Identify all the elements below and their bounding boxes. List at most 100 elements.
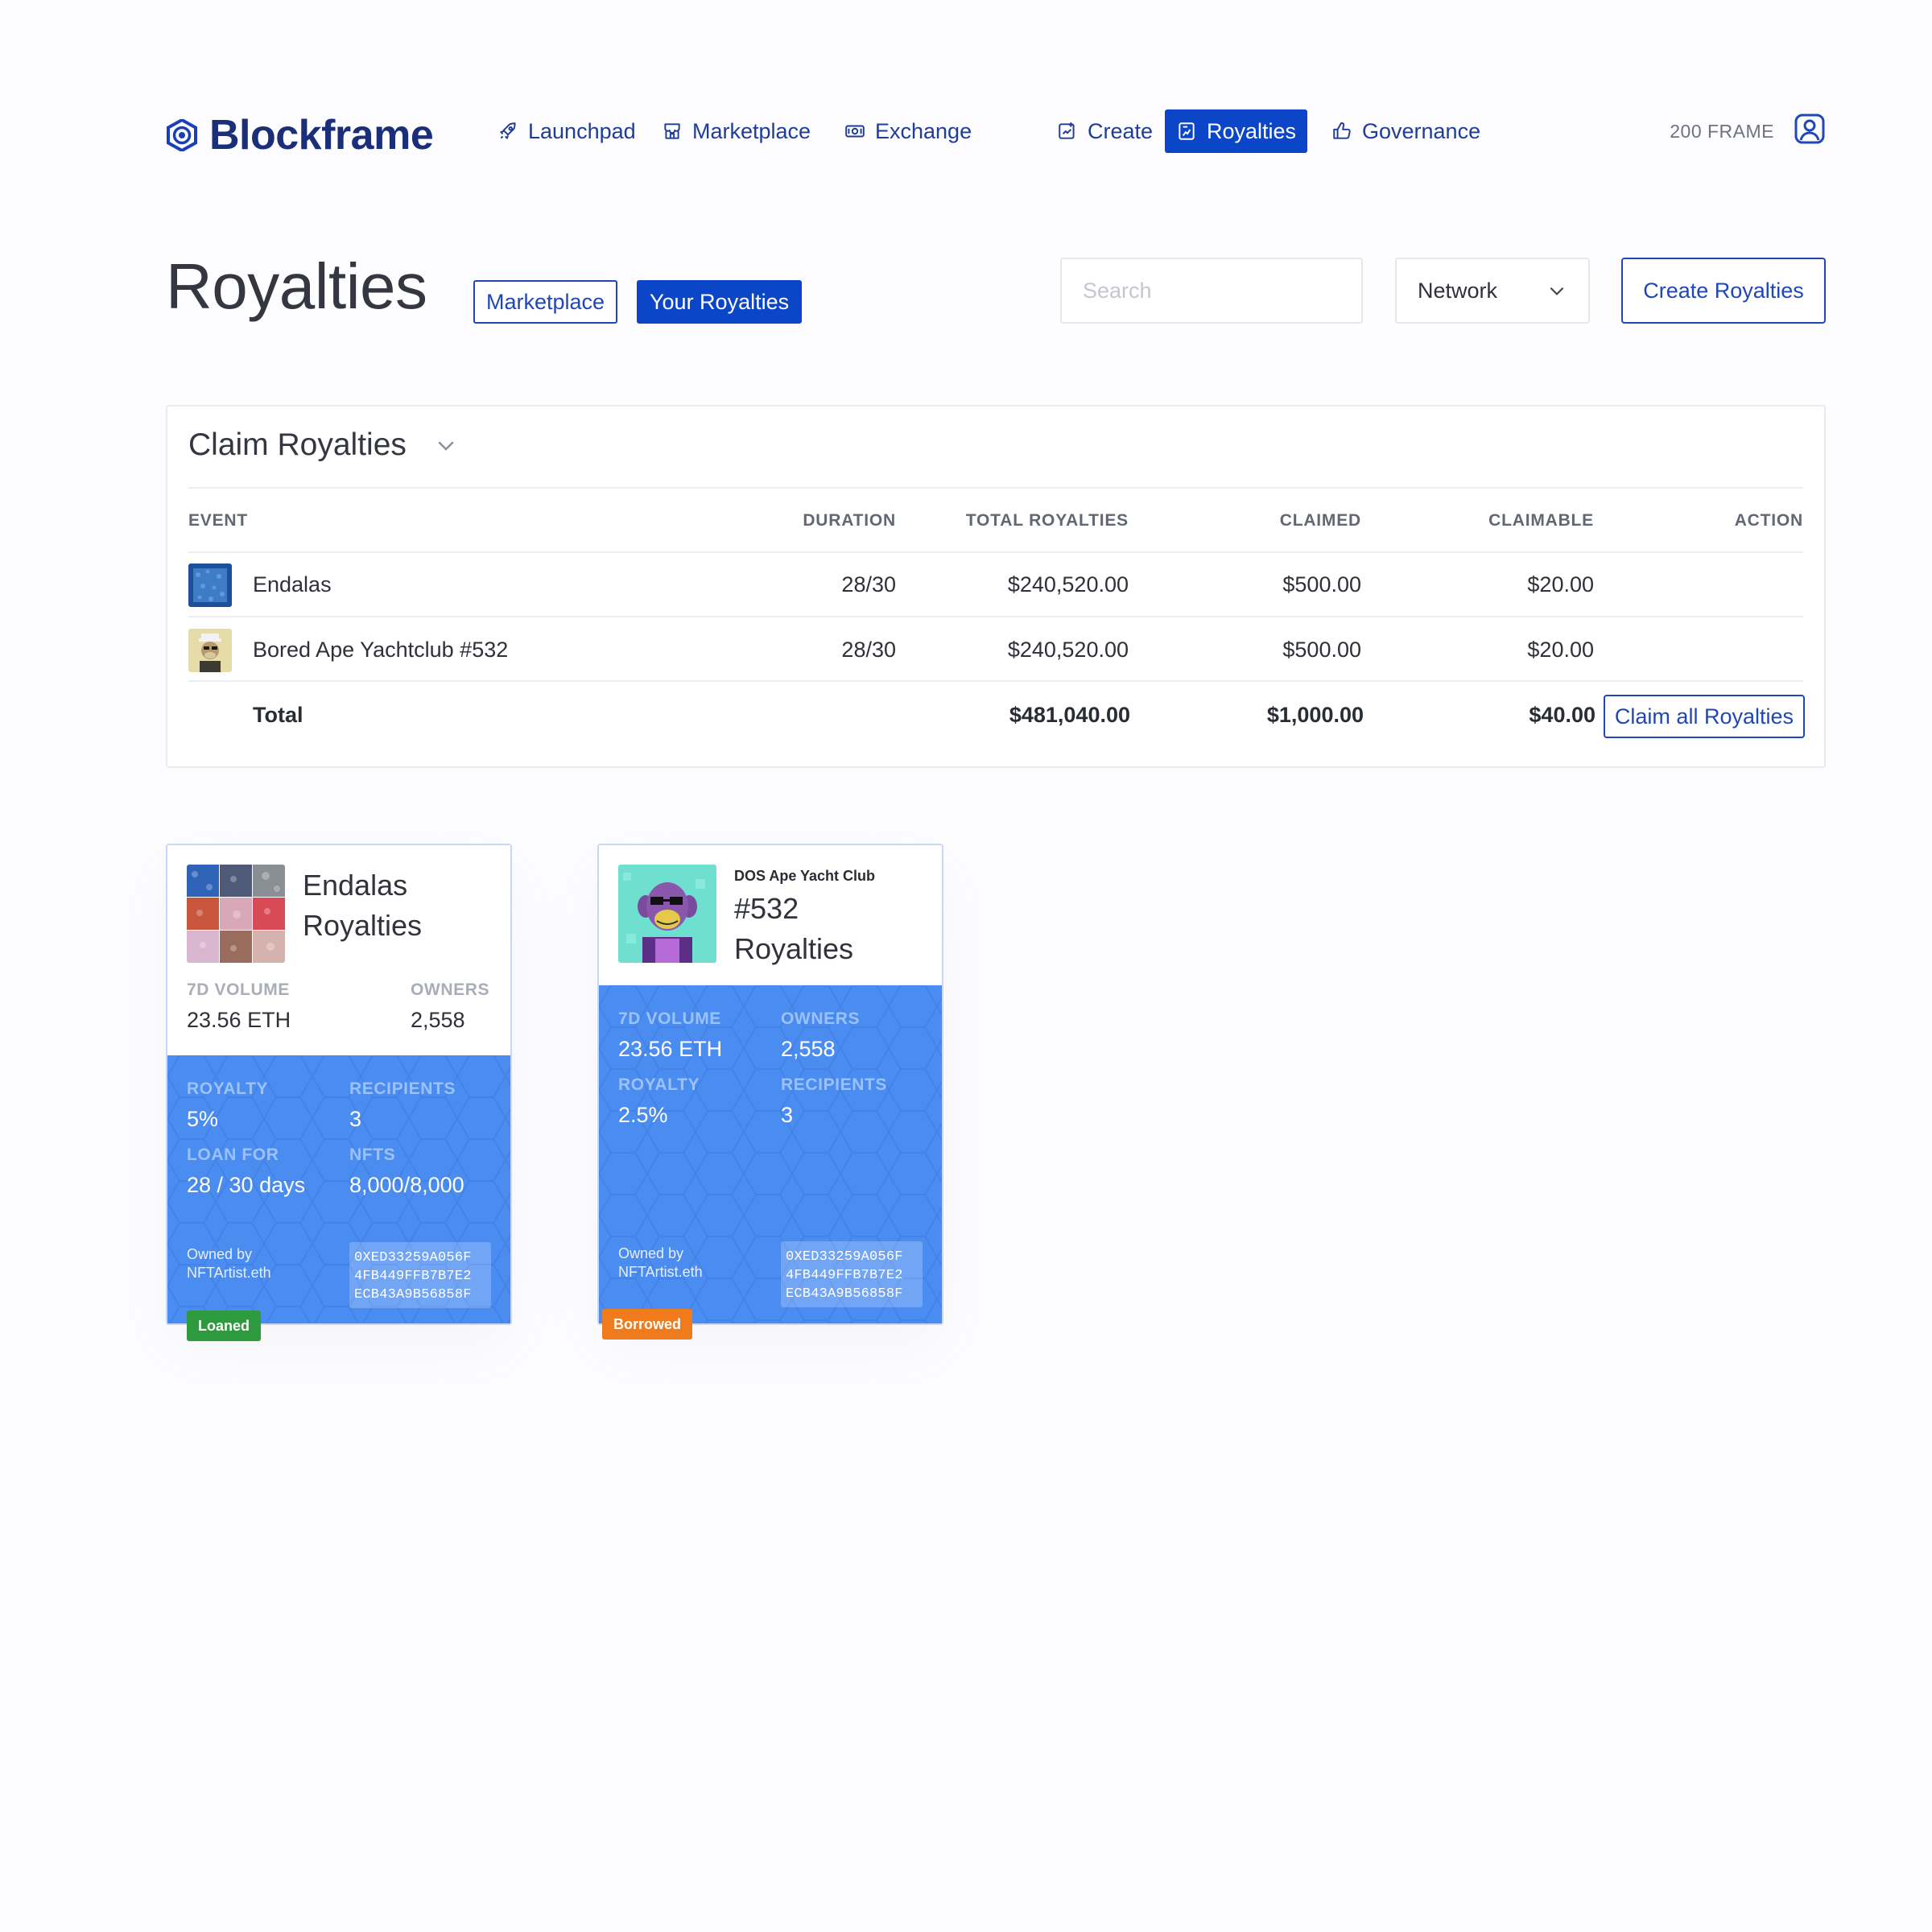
total-royalties-value: $240,520.00 — [1007, 638, 1129, 662]
total-label: Total — [253, 703, 303, 727]
column-header-event: EVENT — [188, 511, 249, 530]
collection-name: DOS Ape Yacht Club — [734, 868, 876, 884]
network-select[interactable]: Network — [1395, 258, 1590, 324]
claim-royalties-title: Claim Royalties — [188, 427, 407, 462]
endalas-thumbnail — [188, 564, 232, 607]
nav-exchange[interactable]: Exchange — [833, 109, 983, 153]
storefront-icon — [664, 123, 680, 139]
royalty-card-ape[interactable]: DOS Ape Yacht Club #532 Royalties 7D VOL… — [597, 844, 943, 1340]
address-line: ECB43A9B56858F — [354, 1287, 472, 1302]
ape-collection-image — [618, 865, 716, 963]
duration-value: 28/30 — [841, 638, 896, 662]
status-badge: Borrowed — [602, 1309, 693, 1340]
owner-info: Owned by NFTArtist.eth — [618, 1245, 703, 1282]
card-title-line: Royalties — [734, 932, 854, 965]
divider — [188, 551, 1803, 553]
card-title-line: Endalas — [303, 869, 408, 902]
blockframe-logo-icon — [167, 119, 197, 151]
create-icon — [1059, 122, 1075, 139]
chevron-down-icon — [438, 441, 454, 451]
card-title: Endalas Royalties — [303, 865, 422, 946]
claimable-value: $20.00 — [1527, 572, 1594, 597]
volume-value: 23.56 ETH — [187, 1008, 291, 1032]
owned-by-label: Owned by — [187, 1246, 253, 1262]
owner-address: 0XED33259A056F 4FB449FFB7B7E2 ECB43A9B56… — [781, 1241, 923, 1307]
network-label: Network — [1418, 278, 1498, 303]
nav-label: Governance — [1362, 118, 1481, 143]
royalty-label: ROYALTY — [187, 1080, 269, 1098]
address-line: 4FB449FFB7B7E2 — [354, 1269, 472, 1284]
bored-ape-thumbnail — [188, 629, 232, 672]
nav-create[interactable]: Create — [1046, 109, 1164, 153]
user-avatar-icon[interactable] — [1794, 113, 1826, 145]
card-header: DOS Ape Yacht Club #532 Royalties — [599, 845, 942, 985]
nav-label: Marketplace — [692, 118, 811, 143]
recipients-value: 3 — [349, 1107, 362, 1131]
owner-address: 0XED33259A056F 4FB449FFB7B7E2 ECB43A9B56… — [349, 1242, 491, 1308]
claim-royalties-panel: Claim Royalties EVENT DURATION TOTAL ROY… — [166, 405, 1826, 768]
owner-name: NFTArtist.eth — [187, 1265, 271, 1281]
nav-label: Royalties — [1207, 118, 1297, 143]
divider — [188, 616, 1803, 617]
nav-governance[interactable]: Governance — [1320, 109, 1492, 153]
owners-label: OWNERS — [411, 980, 490, 999]
address-line: ECB43A9B56858F — [786, 1286, 903, 1302]
royalty-card-endalas[interactable]: Endalas Royalties 7D VOLUME 23.56 ETH OW… — [166, 844, 512, 1341]
claimable-sum: $40.00 — [1529, 703, 1596, 727]
owners-value: 2,558 — [411, 1008, 465, 1032]
brand-name: Blockframe — [209, 112, 434, 159]
owner-info: Owned by NFTArtist.eth — [187, 1245, 271, 1282]
tab-your-royalties[interactable]: Your Royalties — [637, 280, 803, 324]
claimed-value: $500.00 — [1282, 572, 1361, 597]
top-nav: Blockframe Launchpad Marketplace Exchang… — [166, 105, 1826, 161]
card-details: ROYALTY 5% RECIPIENTS 3 LOAN FOR 28 / 30… — [167, 1055, 510, 1323]
brand-logo[interactable]: Blockframe — [166, 111, 434, 159]
card-title-line: #532 — [734, 892, 799, 925]
create-royalties-button[interactable]: Create Royalties — [1621, 258, 1826, 324]
column-header-action: ACTION — [1734, 511, 1803, 530]
endalas-collection-image — [187, 865, 285, 963]
owners-value: 2,558 — [781, 1037, 836, 1061]
total-royalties-sum: $481,040.00 — [1009, 703, 1130, 727]
tab-marketplace[interactable]: Marketplace — [473, 280, 618, 324]
owned-by-label: Owned by — [618, 1245, 684, 1261]
recipients-label: RECIPIENTS — [349, 1080, 456, 1098]
event-name: Bored Ape Yachtclub #532 — [253, 638, 509, 662]
rocket-icon — [500, 122, 516, 139]
total-royalties-value: $240,520.00 — [1007, 572, 1129, 597]
card-header: Endalas Royalties 7D VOLUME 23.56 ETH OW… — [167, 845, 510, 1055]
royalty-value: 5% — [187, 1107, 219, 1131]
chevron-down-icon — [1550, 287, 1564, 295]
duration-value: 28/30 — [841, 572, 896, 597]
nav-marketplace[interactable]: Marketplace — [650, 109, 822, 153]
column-header-claimable: CLAIMABLE — [1488, 511, 1594, 530]
page-title: Royalties — [166, 250, 427, 322]
nav-royalties[interactable]: Royalties — [1165, 109, 1308, 153]
volume-label: 7D VOLUME — [187, 980, 290, 999]
search-input[interactable] — [1060, 258, 1363, 324]
nav-launchpad[interactable]: Launchpad — [486, 109, 647, 153]
column-header-claimed: CLAIMED — [1279, 511, 1361, 530]
card-title: #532 Royalties — [734, 889, 853, 969]
owners-label: OWNERS — [781, 1009, 861, 1028]
nav-label: Launchpad — [528, 118, 636, 143]
claimed-value: $500.00 — [1282, 638, 1361, 662]
loan-value: 28 / 30 days — [187, 1173, 306, 1197]
claim-royalties-toggle[interactable]: Claim Royalties — [188, 427, 458, 463]
divider — [188, 487, 1803, 489]
nav-label: Create — [1088, 118, 1154, 143]
owner-name: NFTArtist.eth — [618, 1264, 703, 1280]
status-badge: Loaned — [187, 1311, 262, 1341]
divider — [188, 680, 1803, 682]
card-details: 7D VOLUME 23.56 ETH OWNERS 2,558 ROYALTY… — [599, 985, 942, 1323]
column-header-duration: DURATION — [803, 511, 896, 530]
claimable-value: $20.00 — [1527, 638, 1594, 662]
address-line: 0XED33259A056F — [354, 1250, 472, 1265]
exchange-icon — [845, 125, 865, 138]
royalty-value: 2.5% — [618, 1103, 668, 1127]
claim-all-royalties-button[interactable]: Claim all Royalties — [1603, 695, 1805, 738]
nav-label: Exchange — [875, 118, 972, 143]
recipients-value: 3 — [781, 1103, 794, 1127]
loan-label: LOAN FOR — [187, 1146, 279, 1164]
column-header-total-royalties: TOTAL ROYALTIES — [965, 511, 1129, 530]
